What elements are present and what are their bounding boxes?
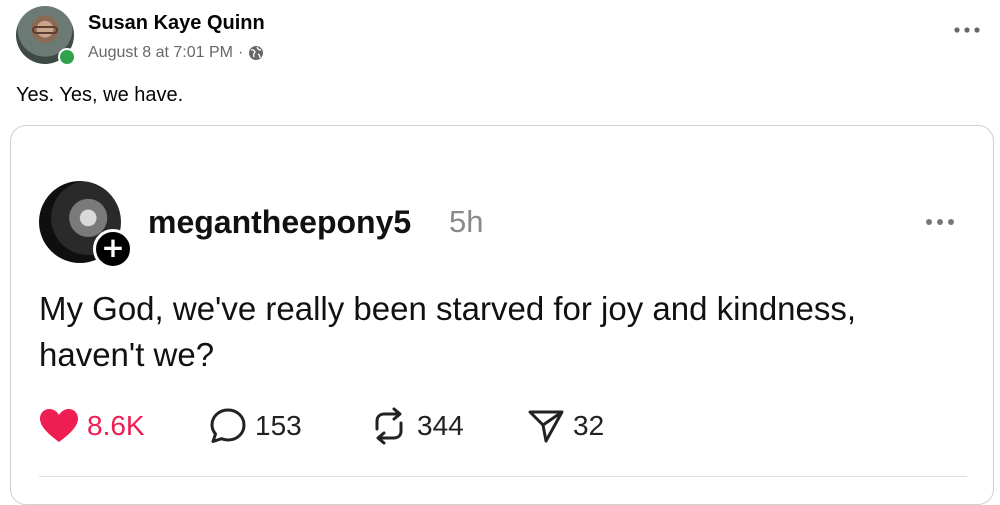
card-divider xyxy=(39,476,967,477)
heart-icon xyxy=(40,409,78,442)
send-icon xyxy=(528,410,564,443)
comment-stat: 153 xyxy=(209,404,302,448)
repost-count: 344 xyxy=(417,410,464,441)
like-count: 8.6K xyxy=(87,410,145,441)
threads-post-text: My God, we've really been starved for jo… xyxy=(39,286,939,378)
threads-stats: 8.6K 153 344 32 xyxy=(39,404,739,448)
online-status-dot xyxy=(58,48,76,66)
share-count: 32 xyxy=(573,410,605,441)
threads-text-line-2: haven't we? xyxy=(39,336,215,373)
post-header: Susan Kaye Quinn August 8 at 7:01 PM · xyxy=(16,6,984,66)
more-options-icon xyxy=(926,219,954,225)
threads-text-line-1: My God, we've really been starved for jo… xyxy=(39,290,857,327)
author-name[interactable]: Susan Kaye Quinn xyxy=(88,12,265,35)
shared-image-card[interactable]: + megantheepony5 5h My God, we've really… xyxy=(10,125,994,505)
avatar-glasses xyxy=(32,26,58,34)
author-avatar[interactable] xyxy=(16,6,76,66)
more-options-icon[interactable] xyxy=(950,20,984,40)
post-meta: August 8 at 7:01 PM · xyxy=(88,44,264,62)
globe-icon[interactable] xyxy=(248,45,264,61)
repost-icon xyxy=(375,407,403,445)
comment-bubble-icon xyxy=(210,408,246,443)
meta-separator: · xyxy=(237,44,244,61)
repost-stat: 344 xyxy=(369,404,464,448)
share-stat: 32 xyxy=(527,404,604,448)
threads-username: megantheepony5 xyxy=(148,204,412,240)
like-stat: 8.6K xyxy=(39,404,145,448)
comment-count: 153 xyxy=(255,410,302,441)
plus-icon[interactable]: + xyxy=(93,229,133,269)
post-text: Yes. Yes, we have. xyxy=(16,84,184,106)
threads-time: 5h xyxy=(449,204,484,239)
post-timestamp[interactable]: August 8 at 7:01 PM xyxy=(88,44,233,62)
